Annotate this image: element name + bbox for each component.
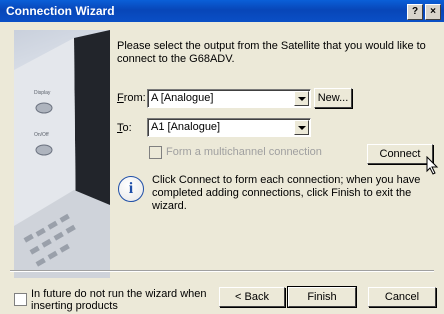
back-button[interactable]: < Back xyxy=(219,287,285,307)
new-button[interactable]: New... xyxy=(314,88,352,108)
to-label: To: xyxy=(117,122,132,134)
intro-text: Please select the output from the Satell… xyxy=(117,40,426,65)
mouse-pointer-icon xyxy=(426,156,439,175)
footer-separator xyxy=(10,270,434,272)
from-dropdown[interactable]: A [Analogue] xyxy=(147,89,311,108)
close-button[interactable]: × xyxy=(425,4,441,20)
onoff-label: On/Off xyxy=(34,132,49,138)
to-dropdown[interactable]: A1 [Analogue] xyxy=(147,118,311,137)
chevron-down-icon[interactable] xyxy=(294,91,309,106)
info-text: Click Connect to form each connection; w… xyxy=(152,174,421,212)
skip-wizard-label: In future do not run the wizard when ins… xyxy=(31,288,207,312)
from-value: A [Analogue] xyxy=(151,92,214,104)
connect-button[interactable]: Connect xyxy=(367,144,433,164)
chevron-down-icon[interactable] xyxy=(294,120,309,135)
skip-wizard-checkbox[interactable] xyxy=(14,293,27,306)
title-bar: Connection Wizard ? × xyxy=(0,0,444,22)
wizard-illustration: Display On/Off xyxy=(14,30,110,278)
info-icon: i xyxy=(118,176,144,202)
help-button[interactable]: ? xyxy=(407,4,423,20)
display-label: Display xyxy=(34,90,51,96)
satellite-speaker-image: Display On/Off xyxy=(14,30,110,278)
cancel-button[interactable]: Cancel xyxy=(368,287,436,307)
multichannel-checkbox[interactable] xyxy=(149,146,162,159)
window-title: Connection Wizard xyxy=(6,4,115,18)
to-value: A1 [Analogue] xyxy=(151,121,221,133)
multichannel-label: Form a multichannel connection xyxy=(166,146,322,158)
from-label: From: xyxy=(117,92,146,104)
finish-button[interactable]: Finish xyxy=(287,286,357,308)
